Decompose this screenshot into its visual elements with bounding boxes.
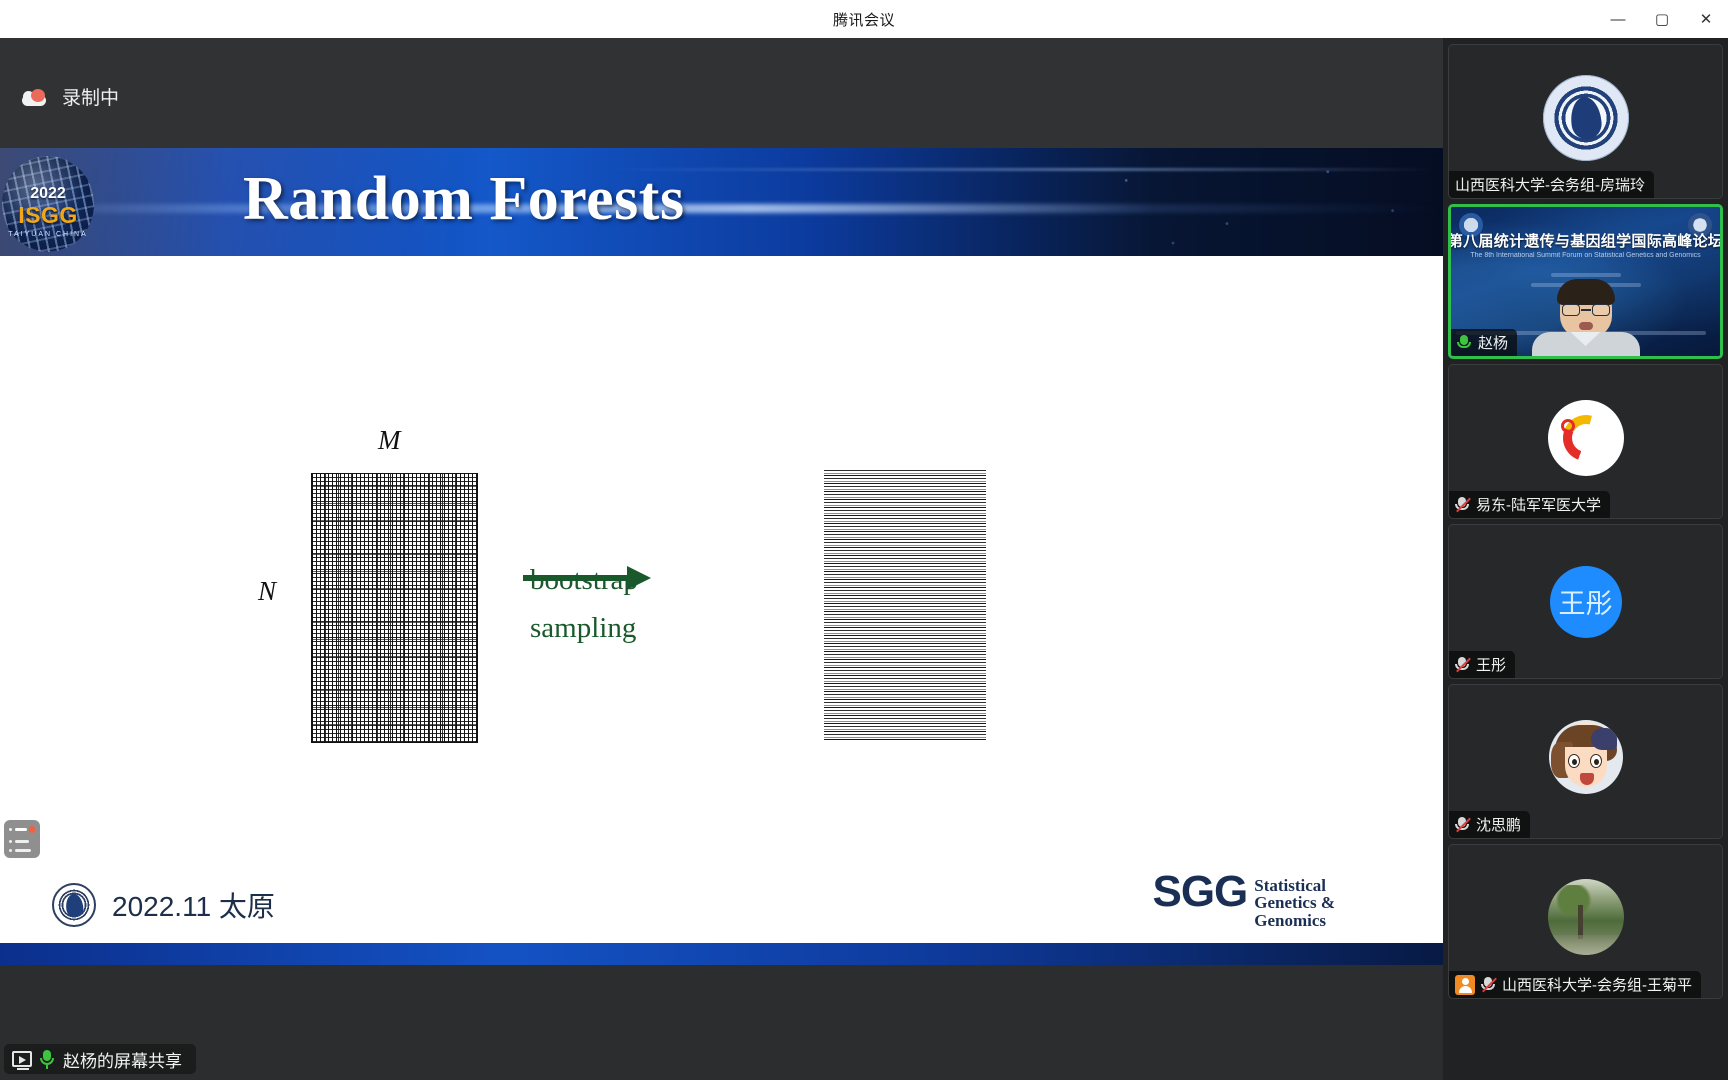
sgg-line-1: Statistical: [1254, 876, 1327, 896]
window-title: 腾讯会议: [832, 11, 895, 29]
cloud-record-icon: [20, 87, 48, 107]
mic-muted-icon: [1455, 496, 1471, 514]
host-badge-icon: [1455, 974, 1475, 995]
mic-on-icon: [40, 1049, 54, 1069]
sgg-line-3: Genomics: [1254, 910, 1327, 930]
avatar: [1547, 878, 1624, 955]
matrix-columns-label: M: [378, 425, 401, 455]
participant-name-badge: 赵杨: [1451, 329, 1518, 356]
isgg-sublabel: TAIYUAN CHINA: [8, 231, 88, 238]
participant-tile[interactable]: 王彤 王彤: [1448, 524, 1723, 679]
participant-tile[interactable]: 山西医科大学-会务组-王菊平: [1448, 844, 1723, 999]
avatar: [1548, 719, 1623, 794]
tencent-meeting-window: 腾讯会议 — ▢ ✕ 录制中 2022 ISGG TAIYUAN CHINA R…: [0, 0, 1728, 1080]
minimize-button[interactable]: —: [1596, 0, 1640, 38]
screen-share-owner-text: 赵杨的屏幕共享: [63, 1051, 182, 1071]
participant-name-badge: 山西医科大学-会务组-王菊平: [1449, 971, 1701, 998]
isgg-year: 2022: [30, 185, 66, 202]
recording-indicator: 录制中: [20, 83, 119, 110]
mic-muted-icon: [1455, 656, 1471, 674]
sampling-label: sampling: [530, 612, 637, 644]
speaker-video-figure: [1530, 279, 1642, 356]
participant-name-badge: 王彤: [1449, 651, 1516, 678]
presentation-slide: 2022 ISGG TAIYUAN CHINA Random Forests M…: [0, 148, 1443, 965]
bootstrap-label: bootstrap: [530, 564, 638, 596]
annotation-panel-button[interactable]: [4, 820, 40, 858]
slide-footer-text: 2022.11 太原: [112, 891, 275, 922]
university-seal-icon: [52, 883, 96, 927]
avatar-initials: 王彤: [1558, 589, 1613, 619]
matrix-rows-label: N: [258, 576, 277, 606]
banner-dot-texture: [1083, 148, 1443, 256]
avatar: [1542, 75, 1629, 162]
slide-banner: 2022 ISGG TAIYUAN CHINA Random Forests: [0, 148, 1443, 256]
sgg-line-2: Genetics &: [1254, 893, 1335, 913]
glasses-icon: [1561, 304, 1610, 316]
participant-name: 山西医科大学-会务组-王菊平: [1502, 977, 1692, 994]
participant-name: 易东-陆军军医大学: [1476, 497, 1601, 514]
bootstrap-sample-graphic: [824, 470, 986, 740]
isgg-acronym: ISGG: [18, 202, 78, 228]
recording-label: 录制中: [62, 88, 120, 109]
vb-decor-line: [1550, 273, 1621, 277]
mic-muted-icon: [1455, 816, 1471, 834]
participant-name-badge: 沈思鹏: [1449, 811, 1531, 838]
virtual-background-title: 第八届统计遗传与基因组学国际高峰论坛: [1448, 233, 1723, 250]
meeting-stage: 录制中 2022 ISGG TAIYUAN CHINA Random Fores…: [0, 38, 1728, 1080]
screen-share-region: 录制中 2022 ISGG TAIYUAN CHINA Random Fores…: [0, 38, 1443, 1080]
window-controls: — ▢ ✕: [1596, 0, 1728, 38]
participant-name: 赵杨: [1478, 335, 1509, 352]
participant-tile[interactable]: 易东-陆军军医大学: [1448, 364, 1723, 519]
maximize-button[interactable]: ▢: [1640, 0, 1684, 38]
avatar: 王彤: [1549, 565, 1622, 638]
participant-tile-active-speaker[interactable]: 第八届统计遗传与基因组学国际高峰论坛 The 8th International…: [1448, 204, 1723, 359]
slide-title: Random Forests: [243, 165, 685, 233]
sgg-logo: SGG Statistical Genetics & Genomics: [1152, 867, 1335, 929]
isgg-logo: 2022 ISGG TAIYUAN CHINA: [2, 156, 94, 252]
banner-sheen: [0, 204, 1443, 213]
slide-footer-bar: [0, 943, 1443, 965]
close-button[interactable]: ✕: [1684, 0, 1728, 38]
virtual-background-subtitle: The 8th International Summit Forum on St…: [1470, 252, 1701, 259]
data-matrix-graphic: [311, 473, 478, 743]
avatar: [1547, 400, 1624, 477]
participant-name: 王彤: [1476, 657, 1507, 674]
screen-share-icon: [12, 1051, 32, 1070]
participant-name-badge: 山西医科大学-会务组-房瑞玲: [1449, 171, 1654, 198]
participant-name-badge: 易东-陆军军医大学: [1449, 491, 1610, 518]
participant-tile[interactable]: 沈思鹏: [1448, 684, 1723, 839]
recording-bar: 录制中: [0, 38, 1443, 155]
mic-muted-icon: [1481, 976, 1497, 994]
screen-share-owner-label: 赵杨的屏幕共享: [4, 1044, 196, 1074]
mic-on-icon: [1457, 334, 1472, 352]
participant-filmstrip[interactable]: 山西医科大学-会务组-房瑞玲 第八届统计遗传与基因组学国际高峰论坛 The 8t…: [1443, 38, 1728, 1080]
sgg-wordmark: Statistical Genetics & Genomics: [1254, 877, 1335, 929]
sgg-mark: SGG: [1152, 867, 1248, 917]
notification-dot: [28, 826, 35, 833]
banner-sheen-secondary: [600, 168, 1440, 171]
participant-name: 沈思鹏: [1476, 817, 1522, 834]
title-bar: 腾讯会议 — ▢ ✕: [0, 0, 1728, 39]
participant-tile[interactable]: 山西医科大学-会务组-房瑞玲: [1448, 44, 1723, 199]
participant-name: 山西医科大学-会务组-房瑞玲: [1455, 177, 1645, 194]
